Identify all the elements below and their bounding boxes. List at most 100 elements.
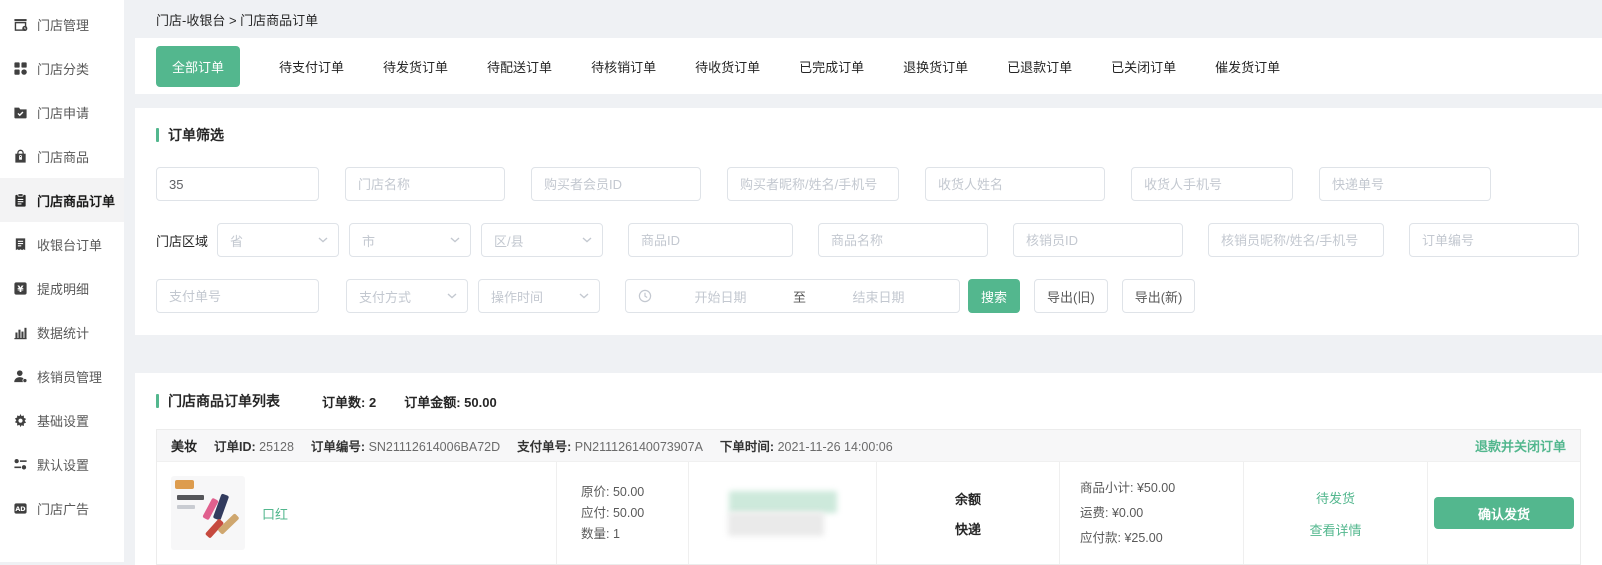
- tab-urge-shipment[interactable]: 催发货订单: [1215, 57, 1280, 76]
- store-name-input[interactable]: [345, 167, 505, 201]
- product-order-clipboard-icon: [13, 193, 28, 208]
- city-select[interactable]: 市: [349, 223, 471, 257]
- amount-due: 应付款: ¥25.00: [1080, 526, 1163, 551]
- product-badge: [175, 480, 194, 489]
- search-button[interactable]: 搜索: [968, 279, 1020, 313]
- sidebar-item-store-product[interactable]: 门店商品: [0, 134, 124, 178]
- sidebar-item-commission-detail[interactable]: ¥ 提成明细: [0, 266, 124, 310]
- status-badge: 待发货: [1316, 488, 1355, 507]
- clerk-info-input[interactable]: [1208, 223, 1384, 257]
- confirm-shipment-button[interactable]: 确认发货: [1434, 497, 1574, 529]
- sidebar-item-label: 门店商品: [37, 147, 89, 166]
- section-accent-bar: [156, 394, 159, 408]
- order-count: 订单数: 2: [322, 392, 376, 411]
- sidebar-item-label: 收银台订单: [37, 235, 102, 254]
- product-bag-icon: [13, 149, 28, 164]
- tab-refunded[interactable]: 已退款订单: [1007, 57, 1072, 76]
- sidebar-item-store-application[interactable]: 门店申请: [0, 90, 124, 134]
- view-detail-link[interactable]: 查看详情: [1309, 520, 1361, 539]
- gear-icon: [13, 413, 28, 428]
- product-id-input[interactable]: [628, 223, 793, 257]
- tab-pending-receipt[interactable]: 待收货订单: [695, 57, 760, 76]
- sidebar-item-label: 基础设置: [37, 411, 89, 430]
- tab-pending-payment[interactable]: 待支付订单: [279, 57, 344, 76]
- sidebar-item-label: 门店管理: [37, 15, 89, 34]
- receiver-phone-input[interactable]: [1131, 167, 1293, 201]
- sidebar-item-label: 门店广告: [37, 499, 89, 518]
- start-date-placeholder[interactable]: 开始日期: [652, 287, 789, 306]
- tab-closed[interactable]: 已关闭订单: [1111, 57, 1176, 76]
- region-label: 门店区域: [156, 231, 208, 250]
- product-name-input[interactable]: [818, 223, 988, 257]
- commission-yen-icon: ¥: [13, 281, 28, 296]
- order-id: 订单ID: 25128: [214, 436, 294, 455]
- sidebar-item-store-product-orders[interactable]: 门店商品订单: [0, 178, 124, 222]
- end-date-placeholder[interactable]: 结束日期: [810, 287, 947, 306]
- sidebar-item-basic-settings[interactable]: 基础设置: [0, 398, 124, 442]
- delivery-method: 快递: [955, 519, 981, 538]
- application-folder-check-icon: [13, 105, 28, 120]
- tab-pending-shipment[interactable]: 待发货订单: [383, 57, 448, 76]
- sidebar-item-label: 核销员管理: [37, 367, 102, 386]
- pay-delivery-column: 余额 快递: [877, 462, 1060, 564]
- action-column: 确认发货: [1428, 462, 1580, 564]
- clerk-person-icon: [13, 369, 28, 384]
- store-id-input[interactable]: [156, 167, 319, 201]
- tab-all-orders[interactable]: 全部订单: [156, 46, 240, 87]
- chevron-down-icon: [318, 237, 328, 243]
- district-select[interactable]: 区/县: [481, 223, 603, 257]
- tab-pending-verification[interactable]: 待核销订单: [591, 57, 656, 76]
- chevron-down-icon: [450, 237, 460, 243]
- sidebar-item-data-statistics[interactable]: 数据统计: [0, 310, 124, 354]
- export-new-button[interactable]: 导出(新): [1122, 279, 1196, 313]
- subtotal: 商品小计: ¥50.00: [1080, 476, 1175, 501]
- tab-return-exchange[interactable]: 退换货订单: [903, 57, 968, 76]
- cashier-order-receipt-icon: [13, 237, 28, 252]
- sidebar-item-store-category[interactable]: 门店分类: [0, 46, 124, 90]
- buyer-info-input[interactable]: [727, 167, 899, 201]
- date-range-picker[interactable]: 开始日期 至 结束日期: [625, 279, 960, 313]
- buyer-info-column: [689, 462, 877, 564]
- order-sn: 订单编号: SN21112614006BA72D: [311, 436, 500, 455]
- tab-pending-delivery[interactable]: 待配送订单: [487, 57, 552, 76]
- clerk-id-input[interactable]: [1013, 223, 1183, 257]
- order-tabs: 全部订单 待支付订单 待发货订单 待配送订单 待核销订单 待收货订单 已完成订单…: [135, 38, 1602, 94]
- sidebar-item-label: 门店分类: [37, 59, 89, 78]
- province-select[interactable]: 省: [217, 223, 339, 257]
- tab-completed[interactable]: 已完成订单: [799, 57, 864, 76]
- sidebar-item-clerk-manage[interactable]: 核销员管理: [0, 354, 124, 398]
- export-old-button[interactable]: 导出(旧): [1034, 279, 1108, 313]
- buyer-redacted-block: [729, 491, 837, 513]
- original-price: 原价: 50.00: [581, 482, 644, 503]
- operation-time-select[interactable]: 操作时间: [478, 279, 600, 313]
- pay-type-select[interactable]: 支付方式: [346, 279, 468, 313]
- statistics-chart-icon: [13, 325, 28, 340]
- order-product-row: 口红 原价: 50.00 应付: 50.00 数量: 1 余额 快递 商品小计:…: [157, 461, 1580, 564]
- pay-no-input[interactable]: [156, 279, 319, 313]
- sidebar-item-cashier-orders[interactable]: 收银台订单: [0, 222, 124, 266]
- express-no-input[interactable]: [1319, 167, 1491, 201]
- filter-section-title: 订单筛选: [156, 125, 1581, 145]
- ad-icon: AD: [13, 501, 28, 516]
- order-no-input[interactable]: [1409, 223, 1579, 257]
- receiver-name-input[interactable]: [925, 167, 1105, 201]
- pay-method: 余额: [955, 489, 981, 508]
- order-list-section: 门店商品订单列表 订单数: 2 订单金额: 50.00 美妆 订单ID: 251…: [135, 373, 1602, 565]
- sidebar-item-label: 提成明细: [37, 279, 89, 298]
- order-category: 美妆: [171, 436, 197, 455]
- sidebar-item-label: 数据统计: [37, 323, 89, 342]
- sidebar-item-store-ads[interactable]: AD 门店广告: [0, 486, 124, 530]
- refund-close-order-link[interactable]: 退款并关闭订单: [1475, 436, 1566, 455]
- buyer-member-id-input[interactable]: [531, 167, 701, 201]
- sidebar-item-default-settings[interactable]: 默认设置: [0, 442, 124, 486]
- status-column: 待发货 查看详情: [1244, 462, 1428, 564]
- product-name-link[interactable]: 口红: [262, 504, 288, 523]
- sidebar-item-label: 默认设置: [37, 455, 89, 474]
- order-time: 下单时间: 2021-11-26 14:00:06: [720, 436, 893, 455]
- sidebar-item-label: 门店申请: [37, 103, 89, 122]
- sidebar-item-store-manage[interactable]: 门店管理: [0, 2, 124, 46]
- payable-price: 应付: 50.00: [581, 503, 644, 524]
- buyer-redacted-block: [728, 512, 824, 536]
- svg-text:¥: ¥: [17, 284, 24, 294]
- svg-text:AD: AD: [15, 505, 25, 513]
